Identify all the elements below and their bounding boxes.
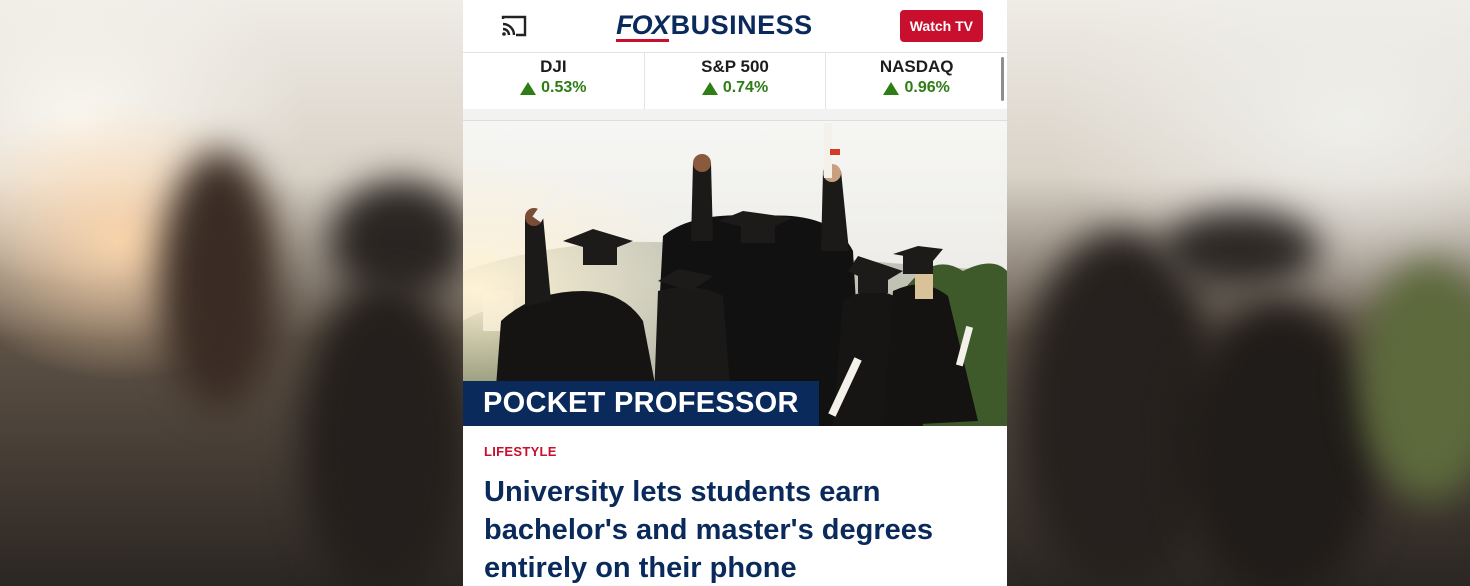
market-ticker-bar: DJI 0.53% S&P 500 0.74% NASDAQ 0.96% — [463, 53, 1007, 109]
hero-banner: POCKET PROFESSOR — [463, 381, 819, 426]
site-header: FOX BUSINESS Watch TV — [463, 0, 1007, 53]
ticker-name: NASDAQ — [879, 57, 954, 76]
ticker-percent: 0.53% — [541, 79, 587, 96]
ticker-sp500[interactable]: S&P 500 0.74% — [643, 53, 826, 109]
section-divider — [463, 109, 1007, 121]
article-headline[interactable]: University lets students earn bachelor's… — [484, 473, 986, 586]
cast-icon[interactable] — [499, 13, 529, 39]
up-arrow-icon — [701, 81, 718, 95]
fox-business-logo[interactable]: FOX BUSINESS — [616, 10, 813, 42]
up-arrow-icon — [520, 81, 537, 95]
background-gown — [300, 280, 470, 586]
ticker-name: S&P 500 — [701, 57, 769, 76]
article-category[interactable]: LIFESTYLE — [484, 444, 986, 459]
ticker-percent: 0.96% — [904, 79, 950, 96]
up-arrow-icon — [883, 81, 900, 95]
article-teaser[interactable]: LIFESTYLE University lets students earn … — [463, 426, 1007, 586]
ticker-nasdaq[interactable]: NASDAQ 0.96% — [825, 53, 1007, 109]
ticker-change: 0.53% — [463, 79, 644, 97]
ticker-change: 0.96% — [826, 79, 1007, 97]
ticker-change: 0.74% — [645, 79, 826, 97]
background-cap — [1160, 210, 1320, 290]
ticker-dji[interactable]: DJI 0.53% — [463, 53, 644, 109]
mobile-page: FOX BUSINESS Watch TV DJI 0.53% S&P 500 … — [463, 0, 1007, 586]
hero-image[interactable]: POCKET PROFESSOR — [463, 121, 1007, 426]
background-figure — [160, 150, 280, 410]
ticker-scrollbar[interactable] — [1001, 57, 1004, 101]
ticker-name: DJI — [540, 57, 567, 76]
logo-fox: FOX — [616, 10, 670, 42]
watch-tv-button[interactable]: Watch TV — [899, 10, 983, 42]
logo-business: BUSINESS — [670, 10, 813, 41]
background-gown — [1180, 300, 1380, 586]
ticker-percent: 0.74% — [722, 79, 769, 96]
